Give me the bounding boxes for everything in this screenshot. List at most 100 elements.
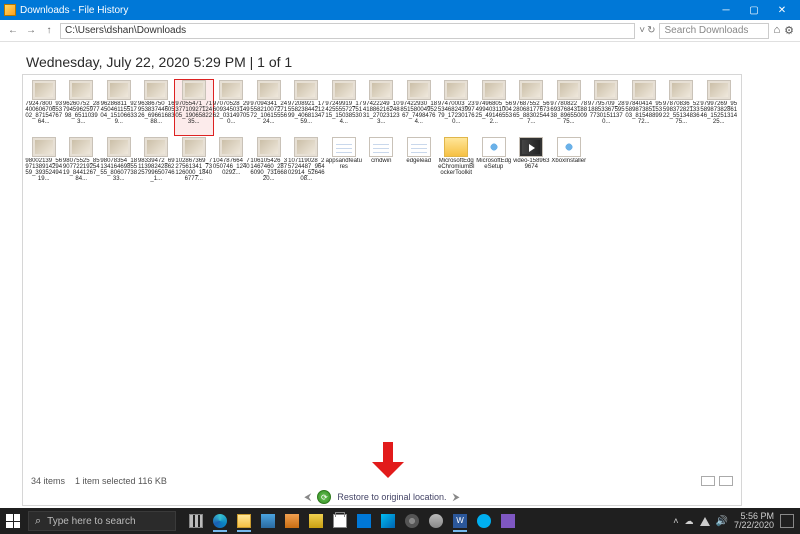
file-item[interactable]: MicrosoftEdgeChromiumBlockerToolkit: [438, 137, 476, 192]
image-thumbnail-icon: [107, 137, 131, 157]
file-item[interactable]: 98339472_691139824286225799650746_1...: [138, 137, 176, 192]
view-switcher[interactable]: [701, 476, 733, 486]
file-item[interactable]: 97870836_525983728213322_5513483675...: [663, 80, 701, 135]
next-version-button[interactable]: ⮞: [452, 492, 459, 503]
folder-icon: [237, 514, 251, 528]
file-item[interactable]: 97422930_188515800495267_74984764...: [400, 80, 438, 135]
file-item[interactable]: 107119028_25724487_96402914_5264608...: [288, 137, 326, 192]
taskbar-edge-button[interactable]: [208, 508, 232, 534]
image-thumbnail-icon: [332, 80, 356, 100]
file-label: 98339472_691139824286225799650746_1...: [138, 158, 176, 183]
home-icon[interactable]: ⌂: [773, 24, 780, 37]
image-thumbnail-icon: [294, 80, 318, 100]
file-item[interactable]: 79247800_934006067065302_8715476764...: [25, 80, 63, 135]
file-label: 97055471_713771092712405_1906582235...: [175, 101, 213, 126]
nav-up-button[interactable]: ↑: [42, 25, 56, 36]
settings-icon: [405, 514, 419, 528]
taskbar-people-button[interactable]: [424, 508, 448, 534]
taskbar-app1-button[interactable]: [256, 508, 280, 534]
file-label: 97780822_786937684318838_8965500975...: [550, 101, 588, 126]
file-grid[interactable]: 79247800_934006067065302_8715476764...96…: [23, 75, 741, 473]
file-item[interactable]: 106105426_31467460_2876090_73166820...: [250, 137, 288, 192]
file-item[interactable]: 97687552_562806817767365_883025447...: [513, 80, 551, 135]
action-center-button[interactable]: [780, 514, 794, 528]
file-item[interactable]: 96260752_287945962597798_65110393...: [63, 80, 101, 135]
file-label: 97422249_104188621624831_270231233...: [363, 101, 401, 126]
file-label: 97249919_174255557275115_150385304...: [325, 101, 363, 126]
file-item[interactable]: 97496805_564994031100425_491465532...: [475, 80, 513, 135]
minimize-button[interactable]: ─: [712, 0, 740, 20]
application-icon: [482, 137, 506, 157]
file-item[interactable]: 97795709_281885336759577301511370...: [588, 80, 626, 135]
file-label: 96386750_169538374460526_6966168388...: [138, 101, 176, 126]
gear-icon[interactable]: ⚙: [784, 24, 794, 37]
taskbar-store-button[interactable]: [328, 508, 352, 534]
system-tray: ˄ ☁ 5:56 PM 7/22/2020: [673, 512, 800, 530]
chat-icon: [501, 514, 515, 528]
file-item[interactable]: 97208921_175582384421299_4068134759...: [288, 80, 326, 135]
refresh-button[interactable]: ↻: [647, 25, 655, 36]
taskbar-chat-button[interactable]: [496, 508, 520, 534]
search-history-button[interactable]: ˅: [639, 25, 645, 36]
store-icon: [333, 514, 347, 528]
file-item[interactable]: edgelead: [400, 137, 438, 192]
file-item[interactable]: 97422249_104188621624831_270231233...: [363, 80, 401, 135]
file-item[interactable]: 97055471_713771092712405_1906582235...: [175, 80, 213, 135]
network-icon[interactable]: [700, 517, 710, 526]
image-thumbnail-icon: [257, 80, 281, 100]
file-item[interactable]: 98078354_181341646985555_8060773833...: [100, 137, 138, 192]
file-item[interactable]: video-1589639674: [513, 137, 551, 192]
maximize-button[interactable]: ▢: [740, 0, 768, 20]
file-item[interactable]: 102867369_727561341_73126000_18406777...: [175, 137, 213, 192]
prev-version-button[interactable]: ⮜: [304, 492, 311, 503]
file-item[interactable]: 104787664_7050746_12400292...: [213, 137, 251, 192]
path-box[interactable]: C:\Users\dshan\Downloads: [60, 23, 635, 39]
restore-button[interactable]: ⟳: [317, 490, 331, 504]
taskbar-folder-button[interactable]: [232, 508, 256, 534]
file-item[interactable]: 98002139_569713891429459_3935249419...: [25, 137, 63, 192]
file-item[interactable]: 97840414_955898738515303_8154889972...: [625, 80, 663, 135]
taskbar-search-input[interactable]: ⌕ Type here to search: [28, 511, 176, 531]
file-item[interactable]: 96286811_924504611551704_151066339...: [100, 80, 138, 135]
file-label: MicrosoftEdgeSetup: [475, 158, 513, 183]
volume-icon[interactable]: [716, 516, 728, 527]
taskbar-skype-button[interactable]: [472, 508, 496, 534]
close-button[interactable]: ✕: [768, 0, 796, 20]
file-item[interactable]: 98075525_859077221925419_8441267_84...: [63, 137, 101, 192]
nav-forward-button[interactable]: →: [24, 25, 38, 36]
file-item[interactable]: 97094341_245582100727172_1061555624...: [250, 80, 288, 135]
snapshot-heading: Wednesday, July 22, 2020 5:29 PM | 1 of …: [26, 54, 778, 70]
taskbar-word-button[interactable]: W: [448, 508, 472, 534]
task-view-button[interactable]: [184, 508, 208, 534]
search-input[interactable]: Search Downloads: [659, 23, 769, 39]
taskbar-clock[interactable]: 5:56 PM 7/22/2020: [734, 512, 774, 530]
taskbar-app2-button[interactable]: [280, 508, 304, 534]
file-item[interactable]: 97249919_174255557275115_150385304...: [325, 80, 363, 135]
file-label: 96286811_924504611551704_151066339...: [100, 101, 138, 126]
tray-cloud-icon[interactable]: ☁: [685, 516, 694, 527]
tray-overflow-button[interactable]: ˄: [673, 516, 678, 526]
file-label: 102867369_727561341_73126000_18406777...: [175, 158, 213, 183]
file-item[interactable]: 97997269_955898738286146_1525131425...: [700, 80, 738, 135]
image-thumbnail-icon: [594, 80, 618, 100]
file-item[interactable]: MicrosoftEdgeSetup: [475, 137, 513, 192]
taskbar-settings-button[interactable]: [400, 508, 424, 534]
start-button[interactable]: [0, 508, 26, 534]
file-item[interactable]: 97470003_235346824399779_172301760...: [438, 80, 476, 135]
image-thumbnail-icon: [32, 80, 56, 100]
file-item[interactable]: 97070528_296093450314962_031497050...: [213, 80, 251, 135]
taskbar-photos-button[interactable]: [376, 508, 400, 534]
file-label: 104787664_7050746_12400292...: [213, 158, 251, 183]
nav-back-button[interactable]: ←: [6, 25, 20, 36]
image-thumbnail-icon: [182, 137, 206, 157]
task-view-icon: [189, 514, 203, 528]
file-item[interactable]: 96386750_169538374460526_6966168388...: [138, 80, 176, 135]
document-icon: [332, 137, 356, 157]
file-item[interactable]: cmdwin: [363, 137, 401, 192]
taskbar-mail-button[interactable]: [352, 508, 376, 534]
file-item[interactable]: XboxInstaller: [550, 137, 588, 192]
file-label: 97496805_564994031100425_491465532...: [475, 101, 513, 126]
file-item[interactable]: 97780822_786937684318838_8965500975...: [550, 80, 588, 135]
file-item[interactable]: appsandfeatures: [325, 137, 363, 192]
taskbar-app3-button[interactable]: [304, 508, 328, 534]
